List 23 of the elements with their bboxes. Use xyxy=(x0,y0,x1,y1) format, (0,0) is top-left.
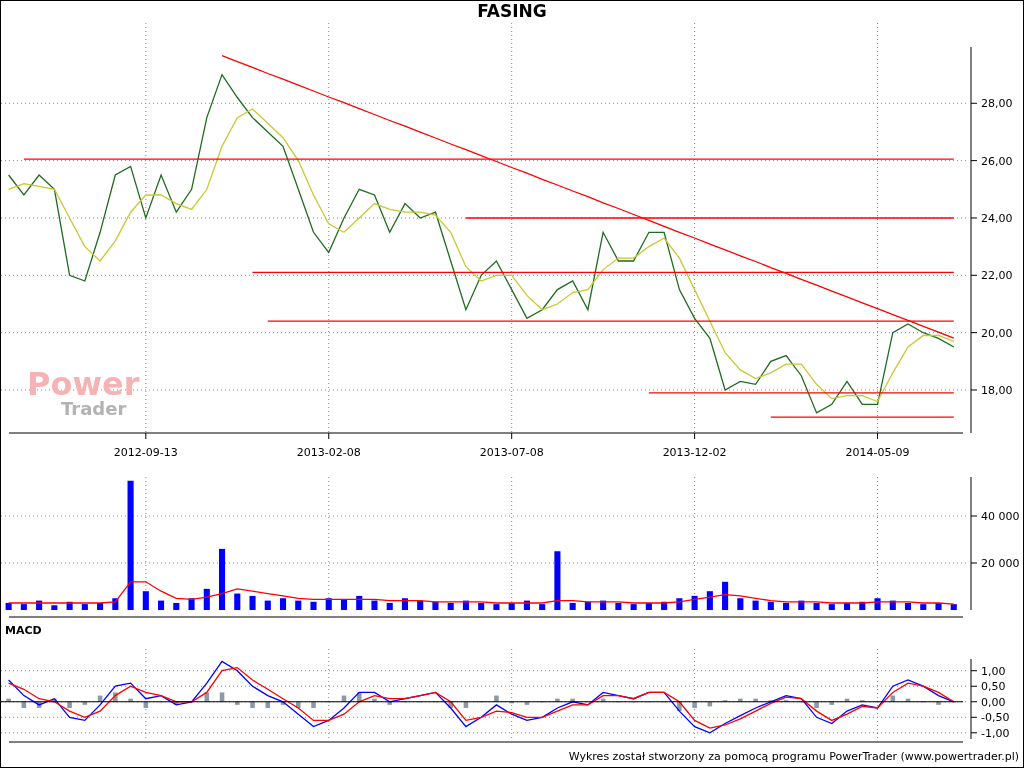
axis-label: 24,00 xyxy=(981,211,1013,225)
footer-credit: Wykres został stworzony za pomocą programu PowerTrader (www.powertrader.pl) xyxy=(568,748,1019,765)
axis-label: 0,00 xyxy=(981,695,1006,709)
axis-label: 20,00 xyxy=(981,326,1013,340)
axis-label: 40 000 xyxy=(981,510,1020,523)
axis-label: 26,00 xyxy=(981,154,1013,168)
axis-label: 1,00 xyxy=(981,664,1006,678)
logo-text: Power xyxy=(27,368,140,400)
axis-label: 2013-02-08 xyxy=(296,446,361,459)
axis-label: 28,00 xyxy=(981,97,1013,111)
axis-label: 2013-07-08 xyxy=(479,446,544,459)
axis-label: -1,00 xyxy=(981,726,1010,740)
axis-label: 20 000 xyxy=(981,557,1020,570)
panel-label: MACD xyxy=(5,622,42,639)
axis-label: 2014-05-09 xyxy=(845,446,910,459)
axis-label: 22,00 xyxy=(981,269,1013,283)
axis-label: 0,50 xyxy=(981,680,1006,694)
axis-label: 2013-12-02 xyxy=(662,446,727,459)
logo-text: Trader xyxy=(61,400,127,418)
axis-label: -0,50 xyxy=(981,711,1010,725)
axis-label: 18,00 xyxy=(981,384,1013,397)
chart-title: FASING xyxy=(477,1,547,24)
axis-label: 2012-09-13 xyxy=(113,446,178,459)
